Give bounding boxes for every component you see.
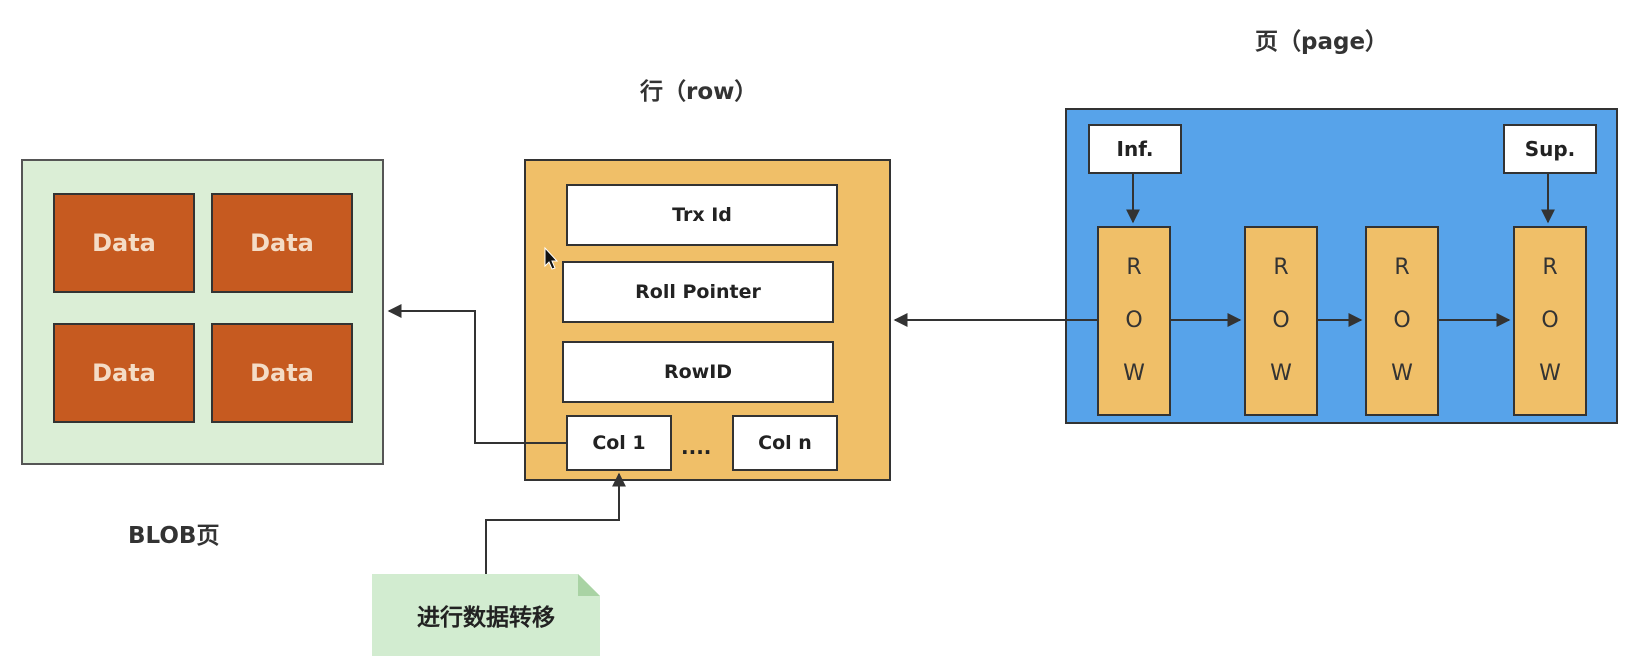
row-letter: O — [1272, 307, 1290, 333]
row-title: 行（row） — [640, 79, 758, 105]
trx-id-field: Trx Id — [566, 184, 838, 246]
supremum-record: Sup. — [1503, 124, 1597, 174]
row-letter: W — [1123, 360, 1145, 386]
page-row-record: R O W — [1365, 226, 1439, 416]
row-letter: W — [1391, 360, 1413, 386]
row-letter: R — [1394, 255, 1410, 281]
page-row-record: R O W — [1244, 226, 1318, 416]
row-letter: O — [1393, 307, 1411, 333]
row-letter: R — [1542, 255, 1558, 281]
infimum-record: Inf. — [1088, 124, 1182, 174]
note-to-col1-arrow — [485, 472, 626, 574]
data-cell: Data — [211, 323, 353, 423]
row-letter: O — [1541, 307, 1559, 333]
col-n-field: Col n — [732, 415, 838, 471]
row-record: Trx Id Roll Pointer RowID Col 1 .... Col… — [524, 159, 891, 481]
blob-page: Data Data Data Data — [21, 159, 384, 465]
col-1-field: Col 1 — [566, 415, 672, 471]
data-cell: Data — [211, 193, 353, 293]
col-ellipsis: .... — [681, 435, 712, 459]
rowid-field: RowID — [562, 341, 834, 403]
note-fold — [578, 574, 600, 596]
data-page: Inf. Sup. R O W R O W R O W R O W — [1065, 108, 1618, 424]
row-letter: R — [1273, 255, 1289, 281]
page-row-record: R O W — [1513, 226, 1587, 416]
data-cell: Data — [53, 323, 195, 423]
row-letter: O — [1125, 307, 1143, 333]
roll-pointer-field: Roll Pointer — [562, 261, 834, 323]
page-row-record: R O W — [1097, 226, 1171, 416]
note-text: 进行数据转移 — [417, 605, 555, 631]
row-letter: W — [1539, 360, 1561, 386]
page-title: 页（page） — [1255, 29, 1389, 55]
row-letter: W — [1270, 360, 1292, 386]
row-letter: R — [1126, 255, 1142, 281]
blob-page-caption: BLOB页 — [128, 523, 220, 549]
data-cell: Data — [53, 193, 195, 293]
data-transfer-note: 进行数据转移 — [372, 574, 600, 656]
